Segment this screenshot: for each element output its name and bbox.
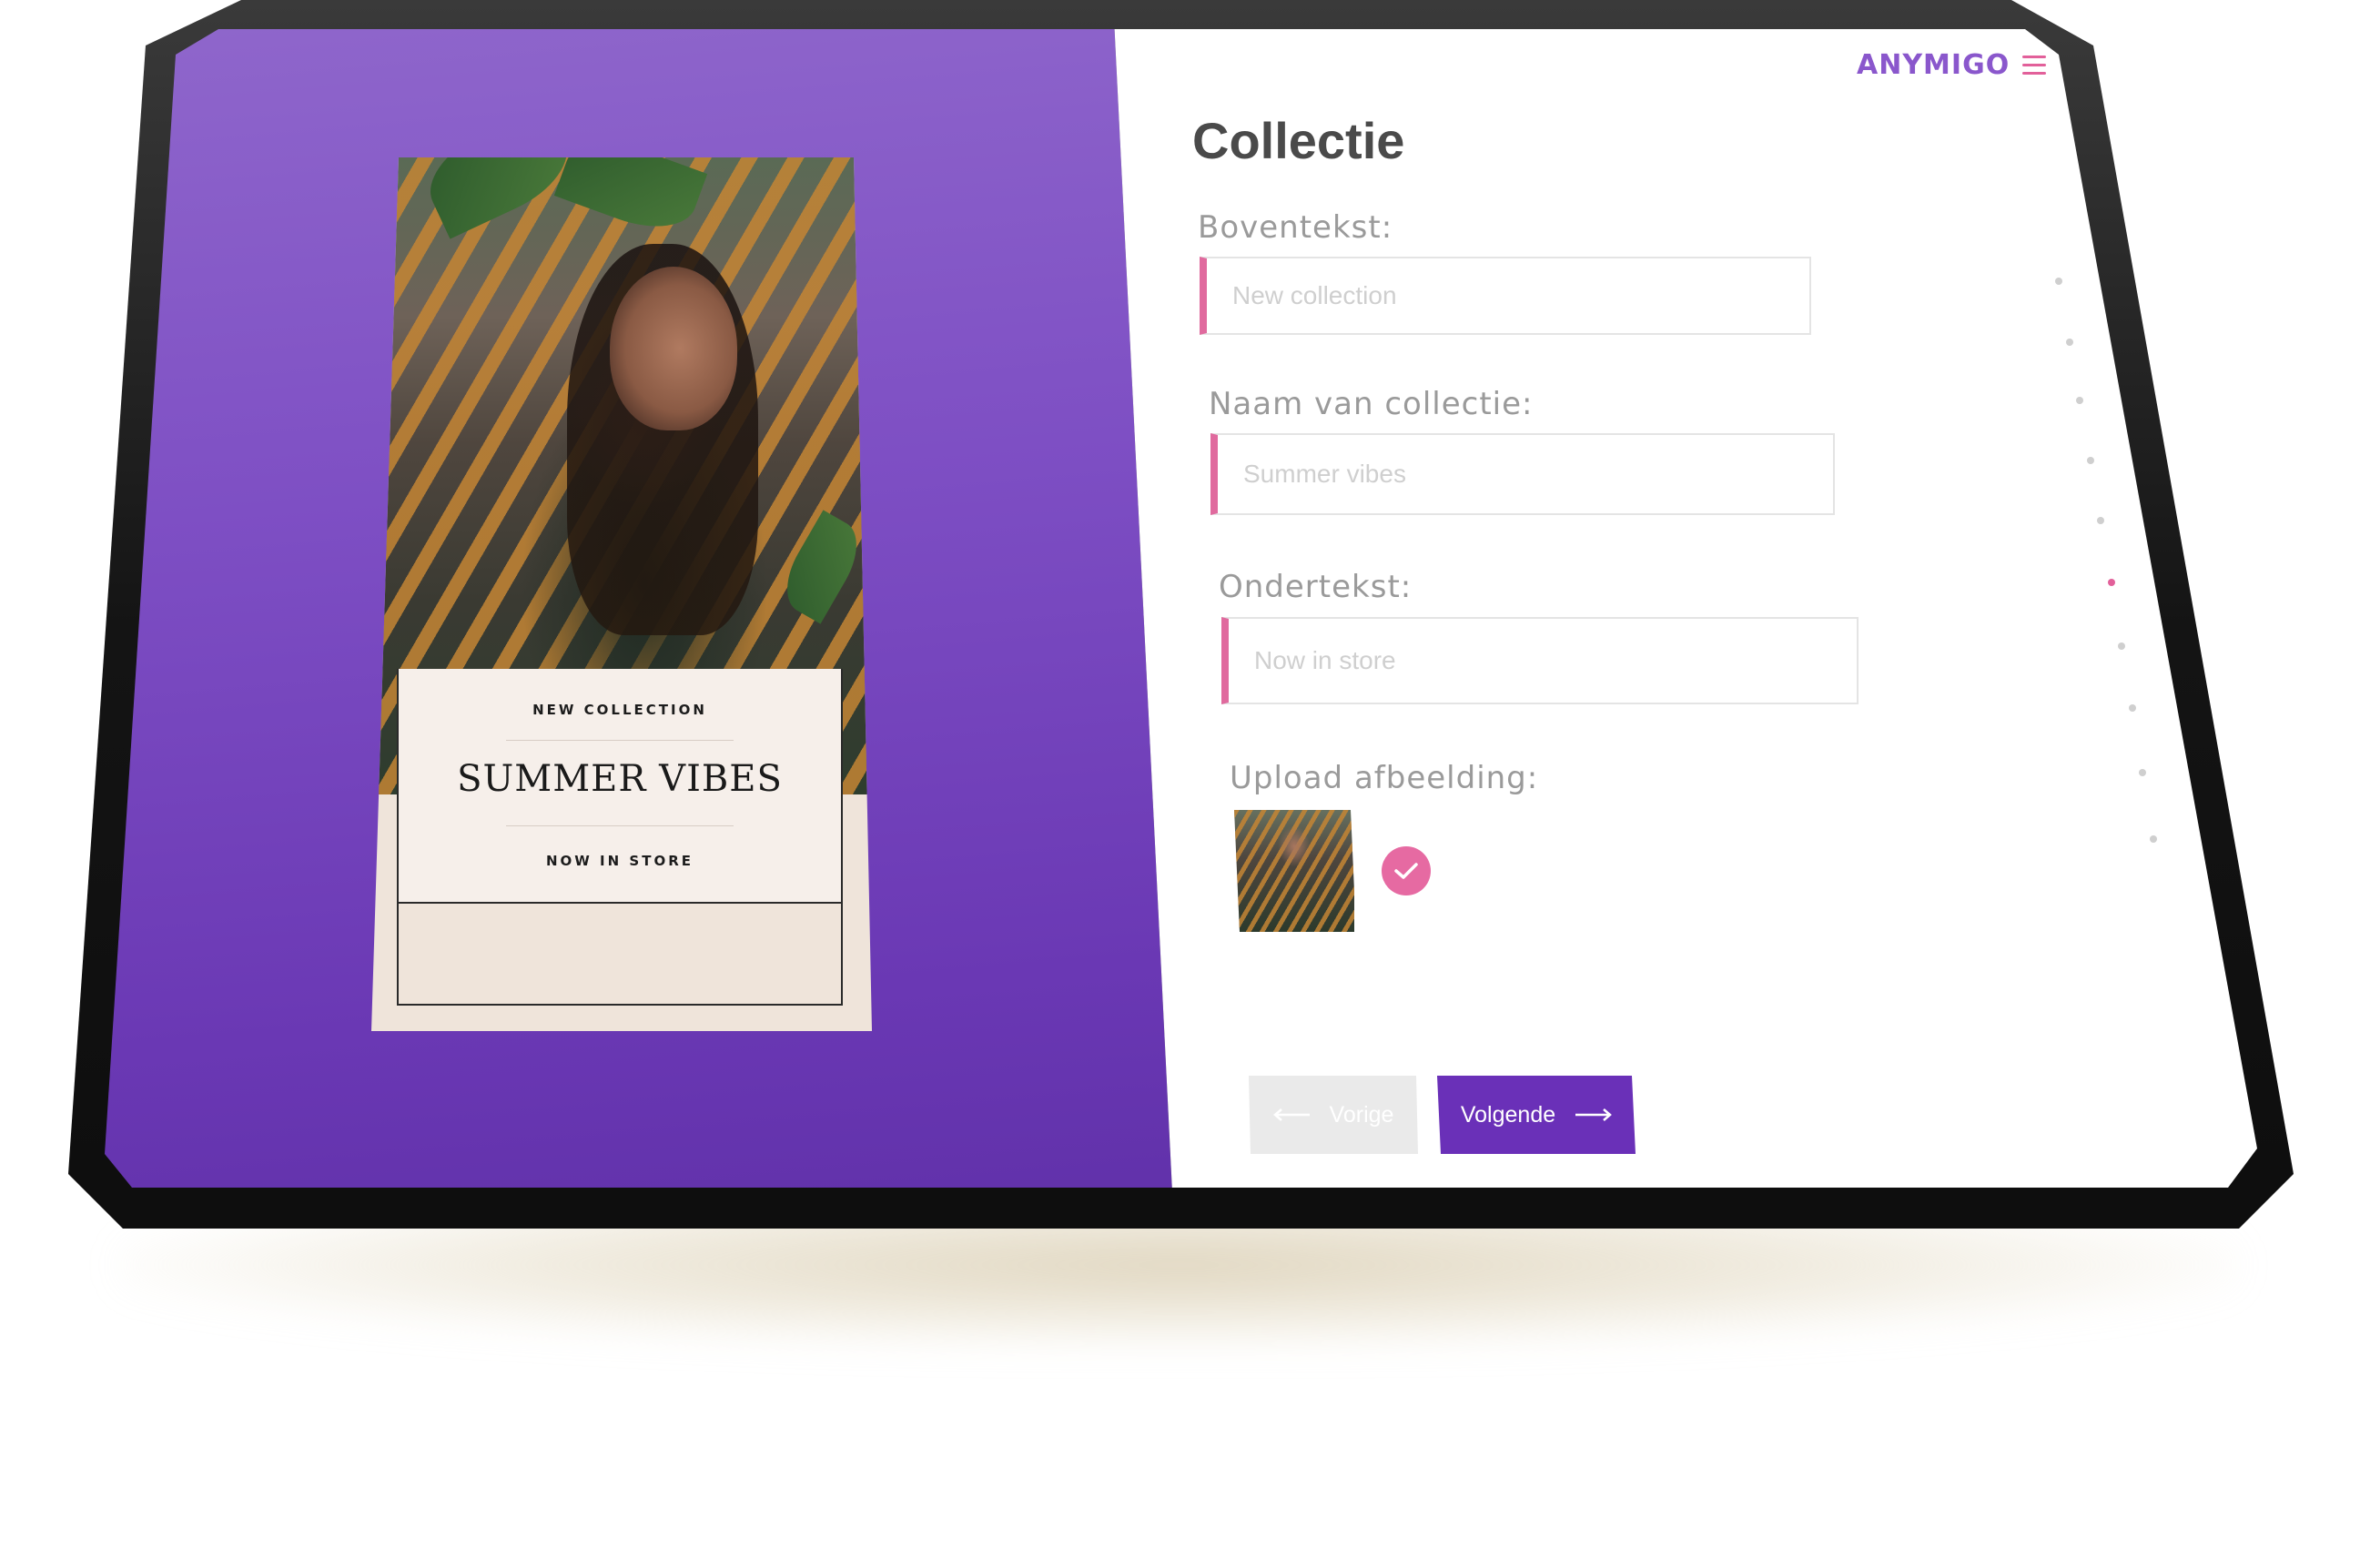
brand-logo[interactable]: ANYMIGO: [1857, 49, 2010, 81]
step-dot[interactable]: [2097, 517, 2104, 524]
preview-text-box: NEW COLLECTION SUMMER VIBES NOW IN STORE: [397, 669, 843, 904]
next-button[interactable]: Volgende: [1437, 1076, 1636, 1154]
previous-button-label: Vorige: [1329, 1101, 1394, 1128]
step-dot[interactable]: [2066, 339, 2073, 346]
collection-name-input[interactable]: [1210, 433, 1835, 515]
step-dot[interactable]: [2076, 397, 2083, 404]
previous-button[interactable]: Vorige: [1249, 1076, 1418, 1154]
arrow-right-icon: [1575, 1108, 1613, 1121]
leaf-decoration: [773, 510, 871, 624]
leaf-decoration: [553, 157, 708, 243]
checkmark-icon: [1382, 846, 1431, 895]
top-text-label: Boventekst:: [1198, 209, 1393, 246]
brand-header: ANYMIGO: [1857, 49, 2047, 81]
bottom-text-input[interactable]: [1221, 617, 1859, 704]
page-title: Collectie: [1192, 112, 1405, 169]
preview-divider: [506, 740, 734, 741]
preview-bottom-line: NOW IN STORE: [545, 853, 694, 869]
step-dot[interactable]: [2055, 278, 2062, 285]
uploaded-image-thumbnail[interactable]: [1234, 810, 1354, 932]
hamburger-menu-icon[interactable]: [2022, 55, 2047, 76]
photo-subject-face: [610, 267, 737, 430]
upload-label: Upload afbeelding:: [1230, 760, 1539, 796]
bottom-text-label: Ondertekst:: [1219, 569, 1413, 605]
preview-title: SUMMER VIBES: [457, 758, 783, 800]
step-dot[interactable]: [2118, 642, 2125, 650]
step-dot[interactable]: [2129, 704, 2136, 712]
story-preview-card: NEW COLLECTION SUMMER VIBES NOW IN STORE: [371, 157, 872, 1031]
step-dot[interactable]: [2087, 457, 2094, 464]
preview-bottom-frame: [397, 902, 843, 1006]
step-dot-active[interactable]: [2108, 579, 2115, 586]
collection-name-label: Naam van collectie:: [1209, 386, 1534, 422]
leaf-decoration: [415, 157, 582, 239]
step-dot[interactable]: [2150, 835, 2157, 843]
preview-top-line: NEW COLLECTION: [532, 702, 707, 718]
next-button-label: Volgende: [1460, 1101, 1556, 1128]
preview-divider: [506, 825, 734, 826]
top-text-input[interactable]: [1200, 257, 1811, 335]
step-dot[interactable]: [2139, 769, 2146, 776]
arrow-left-icon: [1272, 1108, 1310, 1121]
